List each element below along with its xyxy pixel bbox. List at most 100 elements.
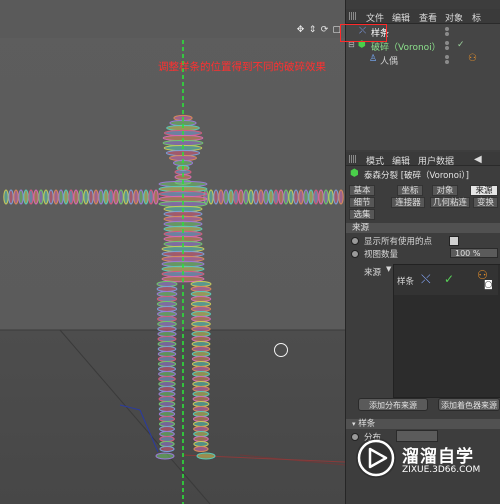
right-panel: 文件 编辑 查看 对象 标 ⤬ 样条 ⊟ ⬢ 破碎（Voronoi） ✓ ♙ 人… bbox=[345, 0, 500, 504]
slice-ring bbox=[108, 189, 114, 205]
menu-edit-attr[interactable]: 编辑 bbox=[392, 154, 410, 167]
slice-ring bbox=[190, 286, 212, 292]
tab-detail[interactable]: 细节 bbox=[349, 197, 375, 208]
sources-list[interactable]: 样条 ⤬ ✓ ⚇ ◙ bbox=[393, 264, 500, 398]
slice-ring bbox=[253, 189, 259, 205]
slice-ring bbox=[159, 441, 175, 447]
slice-ring bbox=[313, 189, 319, 205]
slice-ring bbox=[159, 421, 175, 427]
3d-viewport[interactable]: ✥ ⇕ ⟳ ▢ 调整样条的位置得到不同的破碎效果 bbox=[0, 0, 345, 504]
attribute-title-row: ⬢ 泰森分裂 [破碎（Voronoi）] bbox=[346, 167, 500, 182]
tab-connector[interactable]: 连接器 bbox=[391, 197, 425, 208]
slice-ring bbox=[23, 189, 29, 205]
slice-ring bbox=[191, 331, 211, 337]
slice-ring bbox=[48, 189, 54, 205]
slice-ring bbox=[133, 189, 139, 205]
menu-object[interactable]: 对象 bbox=[445, 11, 463, 24]
slice-ring bbox=[156, 296, 178, 302]
menu-user-data[interactable]: 用户数据 bbox=[418, 154, 454, 167]
slice-ring bbox=[192, 381, 210, 387]
grip-icon[interactable] bbox=[349, 155, 357, 163]
voronoi-icon: ⬢ bbox=[350, 168, 359, 179]
slice-ring bbox=[157, 336, 177, 342]
tab-geometry-glue[interactable]: 几何粘连 bbox=[430, 197, 470, 208]
slice-ring bbox=[156, 286, 178, 292]
back-arrow-icon[interactable]: ◀ bbox=[474, 154, 482, 165]
slice-ring bbox=[93, 189, 99, 205]
menu-view[interactable]: 查看 bbox=[419, 11, 437, 24]
slice-ring bbox=[191, 346, 211, 352]
slice-ring bbox=[157, 356, 177, 362]
slice-ring bbox=[158, 366, 176, 372]
slice-ring bbox=[118, 189, 124, 205]
slice-ring bbox=[213, 189, 219, 205]
menu-edit[interactable]: 编辑 bbox=[392, 11, 410, 24]
viewport-amount-label: 视图数量 bbox=[364, 250, 399, 260]
slice-ring bbox=[192, 396, 210, 402]
spline-icon: ⤬ bbox=[421, 272, 431, 286]
check-icon[interactable]: ✓ bbox=[444, 272, 454, 286]
slice-ring bbox=[192, 371, 210, 377]
slice-ring bbox=[193, 446, 209, 452]
viewport-amount-field[interactable]: 100 % bbox=[450, 248, 498, 258]
slice-ring bbox=[157, 346, 177, 352]
attribute-title: 泰森分裂 [破碎（Voronoi）] bbox=[364, 171, 469, 181]
object-row-figure[interactable]: ♙ 人偶 ⚇ bbox=[346, 53, 500, 67]
keyframe-radio[interactable] bbox=[351, 250, 359, 258]
slice-ring bbox=[123, 189, 129, 205]
slice-ring bbox=[156, 291, 178, 297]
menu-mode[interactable]: 模式 bbox=[366, 154, 384, 167]
tab-basic[interactable]: 基本 bbox=[349, 185, 375, 196]
slice-ring bbox=[63, 189, 69, 205]
slice-ring bbox=[208, 189, 214, 205]
slice-ring bbox=[138, 189, 144, 205]
tab-coord[interactable]: 坐标 bbox=[397, 185, 423, 196]
slice-ring bbox=[193, 426, 209, 432]
menu-file[interactable]: 文件 bbox=[366, 11, 384, 24]
slice-ring bbox=[191, 321, 211, 327]
slice-ring bbox=[318, 189, 324, 205]
slice-ring bbox=[78, 189, 84, 205]
tab-selection[interactable]: 选集 bbox=[349, 209, 375, 220]
slice-ring bbox=[53, 189, 59, 205]
check-icon[interactable]: ✓ bbox=[457, 40, 465, 50]
tab-transform[interactable]: 变换 bbox=[473, 197, 498, 208]
slice-ring bbox=[191, 356, 211, 362]
slice-ring bbox=[157, 331, 177, 337]
list-item[interactable]: 样条 ⤬ ✓ ⚇ ◙ bbox=[394, 265, 498, 295]
collapse-icon[interactable]: ▾ bbox=[352, 420, 356, 428]
voronoi-slices bbox=[3, 114, 344, 460]
slice-ring bbox=[158, 371, 176, 377]
tag-icon[interactable]: ⚇ bbox=[468, 53, 477, 64]
menu-tag[interactable]: 标 bbox=[472, 11, 481, 24]
tab-object[interactable]: 对象 bbox=[432, 185, 458, 196]
show-all-points-checkbox[interactable] bbox=[449, 236, 459, 246]
slice-ring bbox=[293, 189, 299, 205]
add-distribution-source-button[interactable]: 添加分布来源 bbox=[358, 398, 428, 411]
keyframe-radio[interactable] bbox=[351, 237, 359, 245]
grip-icon[interactable] bbox=[349, 12, 357, 20]
slice-ring bbox=[223, 189, 229, 205]
slice-ring bbox=[28, 189, 34, 205]
chevron-down-icon[interactable]: ▼ bbox=[386, 265, 391, 273]
slice-ring bbox=[190, 296, 212, 302]
tab-sources[interactable]: 来源 bbox=[470, 185, 498, 196]
sources-label: 来源 bbox=[364, 268, 382, 278]
slice-ring bbox=[191, 316, 211, 322]
slice-ring bbox=[192, 411, 210, 417]
slice-ring bbox=[192, 416, 210, 422]
slice-ring bbox=[13, 189, 19, 205]
slice-ring bbox=[83, 189, 89, 205]
add-shader-source-button[interactable]: 添加着色器来源 bbox=[438, 398, 500, 411]
slice-ring bbox=[157, 341, 177, 347]
slice-ring bbox=[268, 189, 274, 205]
visibility-dots[interactable] bbox=[445, 27, 459, 37]
slice-ring bbox=[58, 189, 64, 205]
slice-ring bbox=[303, 189, 309, 205]
slice-ring bbox=[156, 301, 178, 307]
slice-ring bbox=[192, 386, 210, 392]
slice-ring bbox=[73, 189, 79, 205]
visibility-dots[interactable] bbox=[445, 55, 459, 65]
slice-ring bbox=[192, 391, 210, 397]
slice-ring bbox=[98, 189, 104, 205]
